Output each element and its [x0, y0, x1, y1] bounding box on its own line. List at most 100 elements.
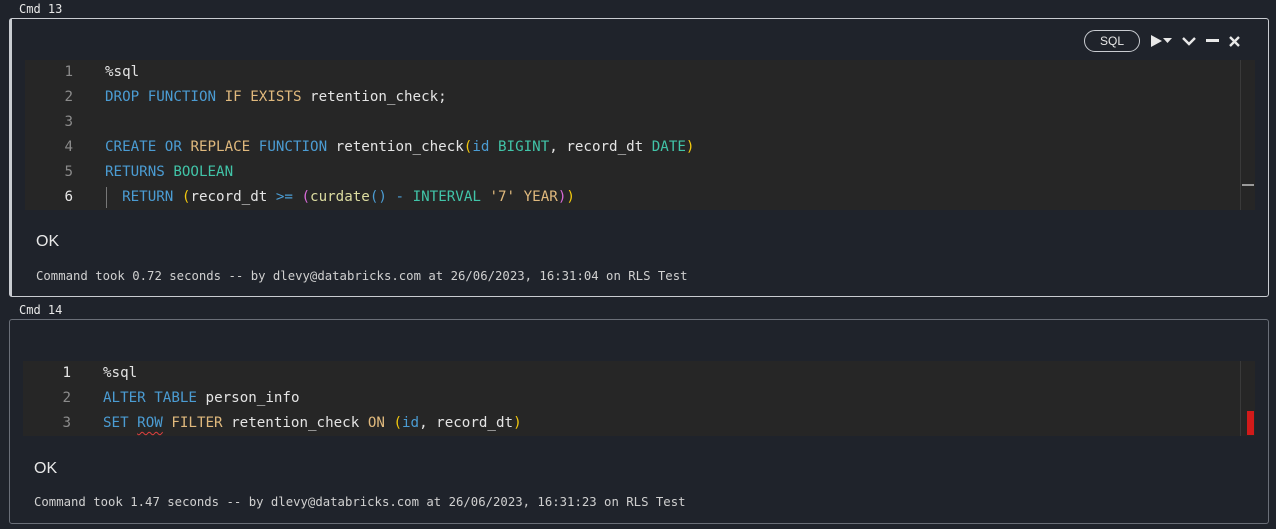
cell-label: Cmd 14: [19, 303, 63, 317]
line-number: 3: [62, 415, 71, 431]
line-number: 2: [62, 390, 71, 406]
code-line[interactable]: 6 RETURN (record_dt >= (curdate() - INTE…: [25, 185, 1255, 210]
code-text: %sql: [103, 361, 137, 386]
chevron-down-icon[interactable]: [1182, 36, 1196, 46]
code-line[interactable]: 2 ALTER TABLE person_info: [23, 386, 1255, 411]
code-token: RETURNS: [105, 164, 165, 180]
code-token: RETURN: [105, 189, 174, 205]
code-token: id: [472, 139, 490, 155]
code-text: ALTER TABLE person_info: [103, 386, 299, 411]
code-lines: 1 %sql 2 ALTER TABLE person_info 3 SET ROW FI…: [23, 361, 1255, 436]
code-token: TABLE: [154, 390, 197, 406]
code-token: '7': [489, 189, 516, 205]
language-selector[interactable]: SQL: [1083, 30, 1140, 52]
code-token: , record_dt: [419, 415, 514, 431]
code-text: RETURN (record_dt >= (curdate() - INTERV…: [105, 185, 575, 210]
code-editor[interactable]: 1 %sql 2 ALTER TABLE person_info 3 SET ROW FI…: [23, 361, 1255, 436]
editor-scrollbar[interactable]: [1240, 60, 1255, 210]
code-token: ALTER: [103, 390, 146, 406]
code-token: DATE: [651, 139, 686, 155]
line-number: 1: [64, 64, 73, 80]
code-token: INTERVAL: [412, 189, 481, 205]
code-line[interactable]: 5 RETURNS BOOLEAN: [25, 160, 1255, 185]
caret-down-icon: [1163, 38, 1172, 44]
code-token: %sql: [105, 64, 140, 80]
code-token: CREATE: [105, 139, 157, 155]
code-text: CREATE OR REPLACE FUNCTION retention_che…: [105, 135, 694, 160]
run-cell-button[interactable]: [1150, 35, 1172, 47]
play-icon: [1150, 35, 1162, 47]
code-token: YEAR: [523, 189, 558, 205]
code-token: (: [393, 415, 402, 431]
code-token: , record_dt: [549, 139, 652, 155]
code-token: retention_check;: [301, 89, 447, 105]
code-token: BIGINT: [497, 139, 550, 155]
code-token: id: [402, 415, 420, 431]
code-token: curdate: [310, 189, 370, 205]
line-number: 3: [64, 114, 73, 130]
code-line[interactable]: 1 %sql: [25, 60, 1255, 85]
code-token: OR: [164, 139, 182, 155]
scroll-position-marker: [1242, 184, 1254, 186]
editor-scrollbar[interactable]: [1240, 361, 1255, 436]
code-token: DROP: [105, 89, 140, 105]
code-token: -: [395, 189, 405, 205]
code-text: SET ROW FILTER retention_check ON (id, r…: [103, 411, 522, 436]
code-token: %sql: [103, 365, 138, 381]
error-marker: [1247, 411, 1254, 435]
code-token: BOOLEAN: [173, 164, 234, 180]
code-token: SET: [103, 415, 129, 431]
code-token: retention_check: [327, 139, 464, 155]
line-number: 6: [64, 189, 73, 205]
line-number: 2: [64, 89, 73, 105]
notebook-cell[interactable]: SQL 1 %sql 2 DROP FUNCTION IF EXISTS retent…: [9, 18, 1269, 297]
cell-result: OK: [34, 460, 58, 477]
cell-label: Cmd 13: [19, 2, 63, 16]
cell-toolbar: SQL: [1083, 30, 1240, 52]
code-token: EXISTS: [250, 89, 302, 105]
code-text: RETURNS BOOLEAN: [105, 160, 233, 185]
code-token: FILTER: [171, 415, 223, 431]
code-line[interactable]: 4 CREATE OR REPLACE FUNCTION retention_ch…: [25, 135, 1255, 160]
command-meta: Command took 1.47 seconds -- by dlevy@da…: [34, 495, 686, 509]
code-token: person_info: [196, 390, 300, 406]
code-line[interactable]: 3: [25, 110, 1255, 135]
code-token: FUNCTION: [147, 89, 217, 105]
line-number: 4: [64, 139, 73, 155]
code-token: ON: [367, 415, 385, 431]
cell-result: OK: [36, 233, 60, 250]
code-lines: 1 %sql 2 DROP FUNCTION IF EXISTS retention_…: [25, 60, 1255, 210]
code-token: IF: [224, 89, 242, 105]
command-meta: Command took 0.72 seconds -- by dlevy@da…: [36, 269, 688, 283]
code-token: >=: [275, 189, 293, 205]
code-token: REPLACE: [190, 139, 251, 155]
code-token: ): [513, 415, 522, 431]
close-icon[interactable]: [1229, 35, 1240, 47]
code-token: ): [685, 139, 695, 155]
minus-icon[interactable]: [1206, 39, 1219, 43]
code-token: record_dt: [190, 189, 276, 205]
code-token: retention_check: [222, 415, 368, 431]
code-token: (: [301, 189, 311, 205]
notebook-cell[interactable]: 1 %sql 2 ALTER TABLE person_info 3 SET ROW FI…: [9, 319, 1269, 524]
code-line[interactable]: 1 %sql: [23, 361, 1255, 386]
code-line[interactable]: 2 DROP FUNCTION IF EXISTS retention_check…: [25, 85, 1255, 110]
syntax-error-token: ROW: [137, 415, 163, 431]
code-editor[interactable]: 1 %sql 2 DROP FUNCTION IF EXISTS retention_…: [25, 60, 1255, 210]
line-number: 1: [62, 365, 71, 381]
code-line[interactable]: 3 SET ROW FILTER retention_check ON (id, …: [23, 411, 1255, 436]
line-number: 5: [64, 164, 73, 180]
code-token: (): [369, 189, 387, 205]
